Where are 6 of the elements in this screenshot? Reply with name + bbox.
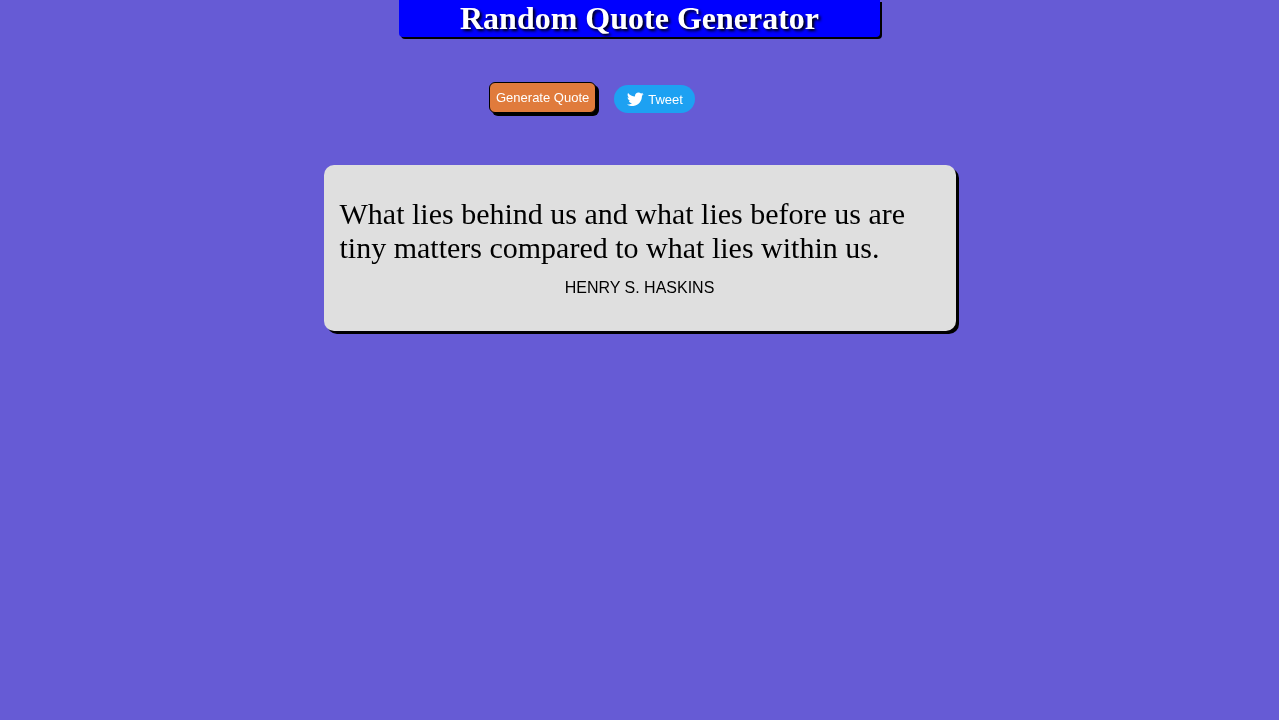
generate-quote-button[interactable]: Generate Quote (489, 82, 597, 113)
tweet-button[interactable]: Tweet (614, 85, 695, 113)
quote-text: What lies behind us and what lies before us are tiny matters compared to what lies within us. (339, 197, 907, 265)
bird-icon (627, 92, 645, 106)
quote-author: HENRY S. HASKINS (563, 279, 716, 297)
page-title: Random Quote Generator (399, 0, 880, 37)
